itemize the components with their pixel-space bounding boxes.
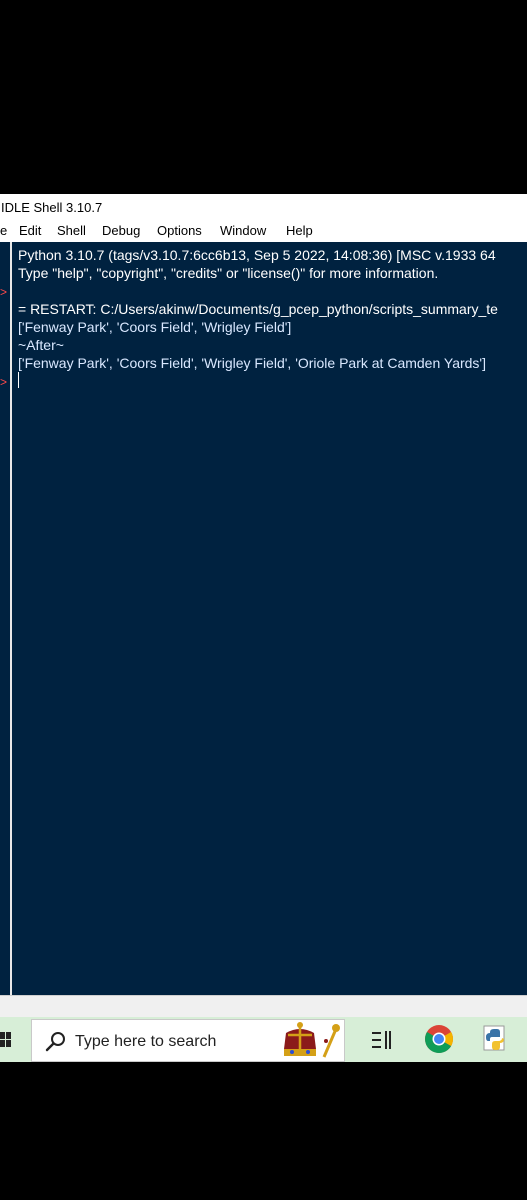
windows-start-icon[interactable] (0, 1032, 12, 1048)
crown-icon (284, 1022, 340, 1058)
search-placeholder: Type here to search (75, 1033, 217, 1050)
prompt-marker: > (0, 285, 8, 299)
shell-line-output: ['Fenway Park', 'Coors Field', 'Wrigley … (18, 319, 292, 335)
shell-line-help: Type "help", "copyright", "credits" or "… (18, 265, 439, 281)
shell-line-restart: = RESTART: C:/Users/akinw/Documents/g_pc… (18, 301, 498, 317)
menu-shell[interactable]: Shell (57, 223, 86, 238)
prompt-marker: > (0, 375, 8, 389)
text-cursor (18, 372, 19, 388)
gutter-divider (10, 242, 12, 995)
window-title: IDLE Shell 3.10.7 (1, 200, 103, 215)
menu-edit[interactable]: Edit (19, 223, 41, 238)
shell-line-banner: Python 3.10.7 (tags/v3.10.7:6cc6b13, Sep… (18, 247, 496, 263)
menu-options[interactable]: Options (157, 223, 202, 238)
task-view-icon[interactable] (371, 1030, 393, 1050)
shell-line-output: ['Fenway Park', 'Coors Field', 'Wrigley … (18, 355, 486, 371)
menu-help[interactable]: Help (286, 223, 313, 238)
prompt-gutter: > > (0, 242, 10, 995)
python-icon[interactable] (481, 1024, 511, 1054)
shell-output-area[interactable]: > > Python 3.10.7 (tags/v3.10.7:6cc6b13,… (0, 242, 527, 995)
window-titlebar: IDLE Shell 3.10.7 (0, 194, 527, 220)
taskbar: Type here to search (0, 1017, 527, 1062)
search-icon (45, 1032, 65, 1052)
menu-bar: e Edit Shell Debug Options Window Help (0, 220, 527, 242)
taskbar-search-box[interactable]: Type here to search (31, 1019, 345, 1062)
menu-window[interactable]: Window (220, 223, 266, 238)
menu-file-partial[interactable]: e (0, 223, 7, 238)
shell-line-output: ~After~ (18, 337, 64, 353)
chrome-icon[interactable] (424, 1024, 454, 1054)
menu-debug[interactable]: Debug (102, 223, 140, 238)
status-bar (0, 995, 527, 1018)
